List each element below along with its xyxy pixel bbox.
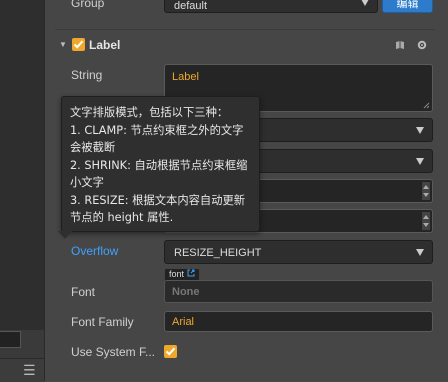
checkmark-icon: [73, 40, 84, 49]
component-enabled-checkbox[interactable]: [72, 38, 85, 51]
gear-icon[interactable]: [417, 40, 427, 50]
menu-icon[interactable]: ☰: [23, 362, 36, 379]
overflow-label: Overflow: [71, 244, 119, 258]
overflow-dropdown[interactable]: RESIZE_HEIGHT: [164, 240, 433, 264]
use-system-font-checkbox[interactable]: [164, 345, 177, 358]
line-height-spinner[interactable]: [421, 212, 430, 230]
font-placeholder: None: [172, 286, 200, 298]
chevron-down-icon: [416, 249, 424, 256]
font-size-spinner[interactable]: [421, 182, 430, 200]
resize-handle-icon[interactable]: [423, 102, 430, 109]
font-family-value: Arial: [172, 316, 195, 328]
string-value: Label: [172, 71, 199, 83]
group-value: default: [174, 0, 208, 12]
chevron-down-icon: [361, 0, 369, 6]
font-asset-field[interactable]: None: [164, 280, 433, 303]
left-panel-input[interactable]: [0, 331, 21, 348]
font-family-label: Font Family: [71, 315, 134, 329]
chevron-down-icon: [416, 127, 424, 134]
edit-button[interactable]: 编辑: [382, 0, 433, 13]
collapse-arrow-icon[interactable]: ▼: [59, 40, 67, 49]
overflow-value: RESIZE_HEIGHT: [174, 247, 262, 259]
link-icon[interactable]: [187, 269, 195, 277]
group-label: Group: [71, 0, 105, 10]
use-system-font-label: Use System F...: [71, 345, 156, 359]
left-panel-footer: [0, 358, 44, 382]
font-tag-label: font: [169, 269, 185, 279]
string-label: String: [71, 68, 103, 82]
font-family-input[interactable]: Arial: [164, 311, 433, 332]
component-title: Label: [89, 38, 121, 52]
overflow-tooltip: 文字排版模式，包括以下三种： 1. CLAMP: 节点约束框之外的文字会被截断 …: [61, 96, 260, 232]
book-icon[interactable]: [395, 40, 405, 50]
font-label: Font: [71, 285, 96, 299]
checkmark-icon: [165, 347, 176, 356]
chevron-down-icon: [416, 158, 424, 165]
left-panel-viewport: [0, 0, 44, 330]
divider: [55, 29, 435, 30]
tooltip-arrow: [58, 231, 72, 239]
group-dropdown[interactable]: default: [164, 0, 378, 13]
left-panel: ☰: [0, 0, 45, 382]
